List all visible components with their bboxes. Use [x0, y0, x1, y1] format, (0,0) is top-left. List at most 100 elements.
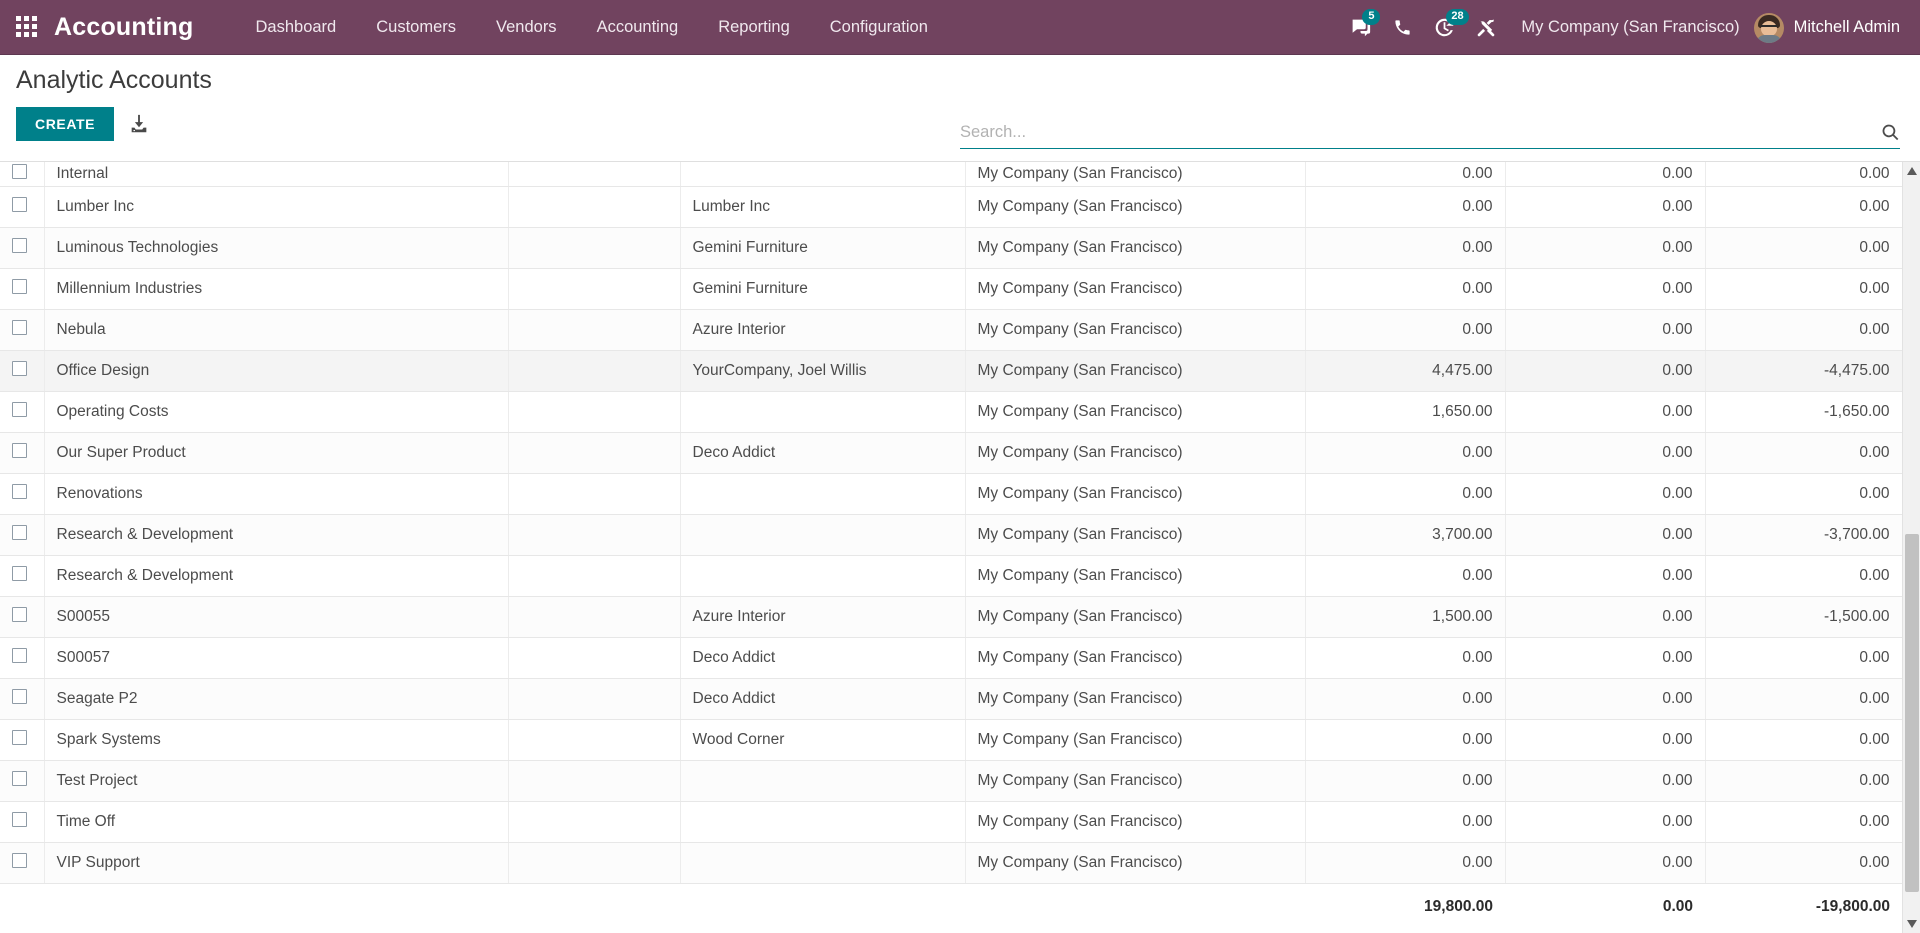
cell-balance[interactable]: 0.00 — [1705, 432, 1903, 474]
table-row[interactable]: Internal My Company (San Francisco) 0.00 0.… — [0, 162, 1903, 187]
scrollbar-thumb[interactable] — [1905, 534, 1919, 892]
row-checkbox[interactable] — [12, 319, 27, 335]
cell-credit[interactable]: 0.00 — [1505, 637, 1706, 679]
cell-partner[interactable] — [680, 162, 966, 187]
cell-partner[interactable]: Gemini Furniture — [680, 268, 966, 310]
cell-reference[interactable] — [508, 514, 681, 556]
cell-balance[interactable]: 0.00 — [1705, 637, 1903, 679]
cell-reference[interactable] — [508, 801, 681, 843]
cell-reference[interactable] — [508, 760, 681, 802]
cell-name[interactable]: Internal — [44, 162, 509, 187]
cell-reference[interactable] — [508, 268, 681, 310]
table-row[interactable]: Operating Costs My Company (San Francisco… — [0, 391, 1903, 433]
vertical-scrollbar[interactable] — [1902, 162, 1920, 933]
cell-balance[interactable]: 0.00 — [1705, 678, 1903, 720]
table-row[interactable]: Research & Development My Company (San Fr… — [0, 514, 1903, 556]
activities-button[interactable]: 28 — [1423, 0, 1469, 55]
table-row[interactable]: Seagate P2 Deco Addict My Company (San Fra… — [0, 678, 1903, 720]
cell-debit[interactable]: 0.00 — [1305, 637, 1506, 679]
cell-company[interactable]: My Company (San Francisco) — [965, 719, 1306, 761]
cell-name[interactable]: VIP Support — [44, 842, 509, 884]
row-checkbox[interactable] — [12, 401, 27, 417]
cell-balance[interactable]: 0.00 — [1705, 760, 1903, 802]
cell-name[interactable]: Our Super Product — [44, 432, 509, 474]
cell-debit[interactable]: 0.00 — [1305, 227, 1506, 269]
cell-debit[interactable]: 0.00 — [1305, 760, 1506, 802]
search-input[interactable] — [960, 123, 1881, 142]
cell-name[interactable]: Time Off — [44, 801, 509, 843]
company-switcher[interactable]: My Company (San Francisco) — [1507, 18, 1753, 37]
cell-company[interactable]: My Company (San Francisco) — [965, 227, 1306, 269]
cell-credit[interactable]: 0.00 — [1505, 760, 1706, 802]
menu-item-customers[interactable]: Customers — [356, 0, 476, 55]
developer-tools-button[interactable] — [1465, 0, 1507, 55]
cell-partner[interactable]: Azure Interior — [680, 309, 966, 351]
cell-credit[interactable]: 0.00 — [1505, 186, 1706, 228]
cell-name[interactable]: Nebula — [44, 309, 509, 351]
table-row[interactable]: Test Project My Company (San Francisco) 0.… — [0, 760, 1903, 802]
cell-balance[interactable]: 0.00 — [1705, 719, 1903, 761]
cell-name[interactable]: Test Project — [44, 760, 509, 802]
cell-name[interactable]: Research & Development — [44, 555, 509, 597]
cell-reference[interactable] — [508, 162, 681, 187]
apps-grid-icon[interactable] — [16, 16, 38, 38]
cell-reference[interactable] — [508, 186, 681, 228]
cell-company[interactable]: My Company (San Francisco) — [965, 678, 1306, 720]
row-checkbox[interactable] — [12, 442, 27, 458]
cell-name[interactable]: S00057 — [44, 637, 509, 679]
menu-item-configuration[interactable]: Configuration — [810, 0, 948, 55]
table-row[interactable]: VIP Support My Company (San Francisco) 0.0… — [0, 842, 1903, 884]
cell-debit[interactable]: 1,650.00 — [1305, 391, 1506, 433]
table-row[interactable]: S00055 Azure Interior My Company (San Fran… — [0, 596, 1903, 638]
cell-partner[interactable] — [680, 514, 966, 556]
row-checkbox[interactable] — [12, 606, 27, 622]
cell-debit[interactable]: 0.00 — [1305, 801, 1506, 843]
cell-reference[interactable] — [508, 678, 681, 720]
search-button[interactable] — [1881, 123, 1900, 142]
cell-partner[interactable] — [680, 555, 966, 597]
cell-balance[interactable]: 0.00 — [1705, 555, 1903, 597]
cell-reference[interactable] — [508, 391, 681, 433]
cell-balance[interactable]: 0.00 — [1705, 309, 1903, 351]
cell-balance[interactable]: 0.00 — [1705, 186, 1903, 228]
cell-balance[interactable]: -4,475.00 — [1705, 350, 1903, 392]
row-checkbox[interactable] — [12, 196, 27, 212]
cell-reference[interactable] — [508, 473, 681, 515]
cell-company[interactable]: My Company (San Francisco) — [965, 801, 1306, 843]
cell-company[interactable]: My Company (San Francisco) — [965, 473, 1306, 515]
cell-reference[interactable] — [508, 596, 681, 638]
cell-name[interactable]: Lumber Inc — [44, 186, 509, 228]
row-checkbox[interactable] — [12, 278, 27, 294]
cell-credit[interactable]: 0.00 — [1505, 801, 1706, 843]
cell-reference[interactable] — [508, 842, 681, 884]
cell-company[interactable]: My Company (San Francisco) — [965, 268, 1306, 310]
cell-debit[interactable]: 0.00 — [1305, 719, 1506, 761]
cell-partner[interactable]: Wood Corner — [680, 719, 966, 761]
cell-credit[interactable]: 0.00 — [1505, 473, 1706, 515]
cell-partner[interactable] — [680, 760, 966, 802]
cell-name[interactable]: Operating Costs — [44, 391, 509, 433]
row-checkbox[interactable] — [12, 163, 27, 179]
cell-balance[interactable]: 0.00 — [1705, 842, 1903, 884]
table-row[interactable]: Lumber Inc Lumber Inc My Company (San Fran… — [0, 186, 1903, 228]
cell-reference[interactable] — [508, 637, 681, 679]
cell-credit[interactable]: 0.00 — [1505, 268, 1706, 310]
cell-reference[interactable] — [508, 227, 681, 269]
cell-company[interactable]: My Company (San Francisco) — [965, 432, 1306, 474]
cell-credit[interactable]: 0.00 — [1505, 432, 1706, 474]
cell-company[interactable]: My Company (San Francisco) — [965, 842, 1306, 884]
cell-credit[interactable]: 0.00 — [1505, 555, 1706, 597]
cell-name[interactable]: Millennium Industries — [44, 268, 509, 310]
cell-name[interactable]: S00055 — [44, 596, 509, 638]
cell-debit[interactable]: 0.00 — [1305, 309, 1506, 351]
cell-balance[interactable]: 0.00 — [1705, 801, 1903, 843]
cell-debit[interactable]: 0.00 — [1305, 162, 1506, 187]
cell-partner[interactable]: Deco Addict — [680, 432, 966, 474]
app-brand-accounting[interactable]: Accounting — [54, 13, 194, 42]
cell-name[interactable]: Spark Systems — [44, 719, 509, 761]
cell-partner[interactable] — [680, 842, 966, 884]
cell-company[interactable]: My Company (San Francisco) — [965, 309, 1306, 351]
import-button[interactable] — [128, 113, 150, 135]
table-row[interactable]: Our Super Product Deco Addict My Company (… — [0, 432, 1903, 474]
table-row[interactable]: Time Off My Company (San Francisco) 0.00 0.… — [0, 801, 1903, 843]
